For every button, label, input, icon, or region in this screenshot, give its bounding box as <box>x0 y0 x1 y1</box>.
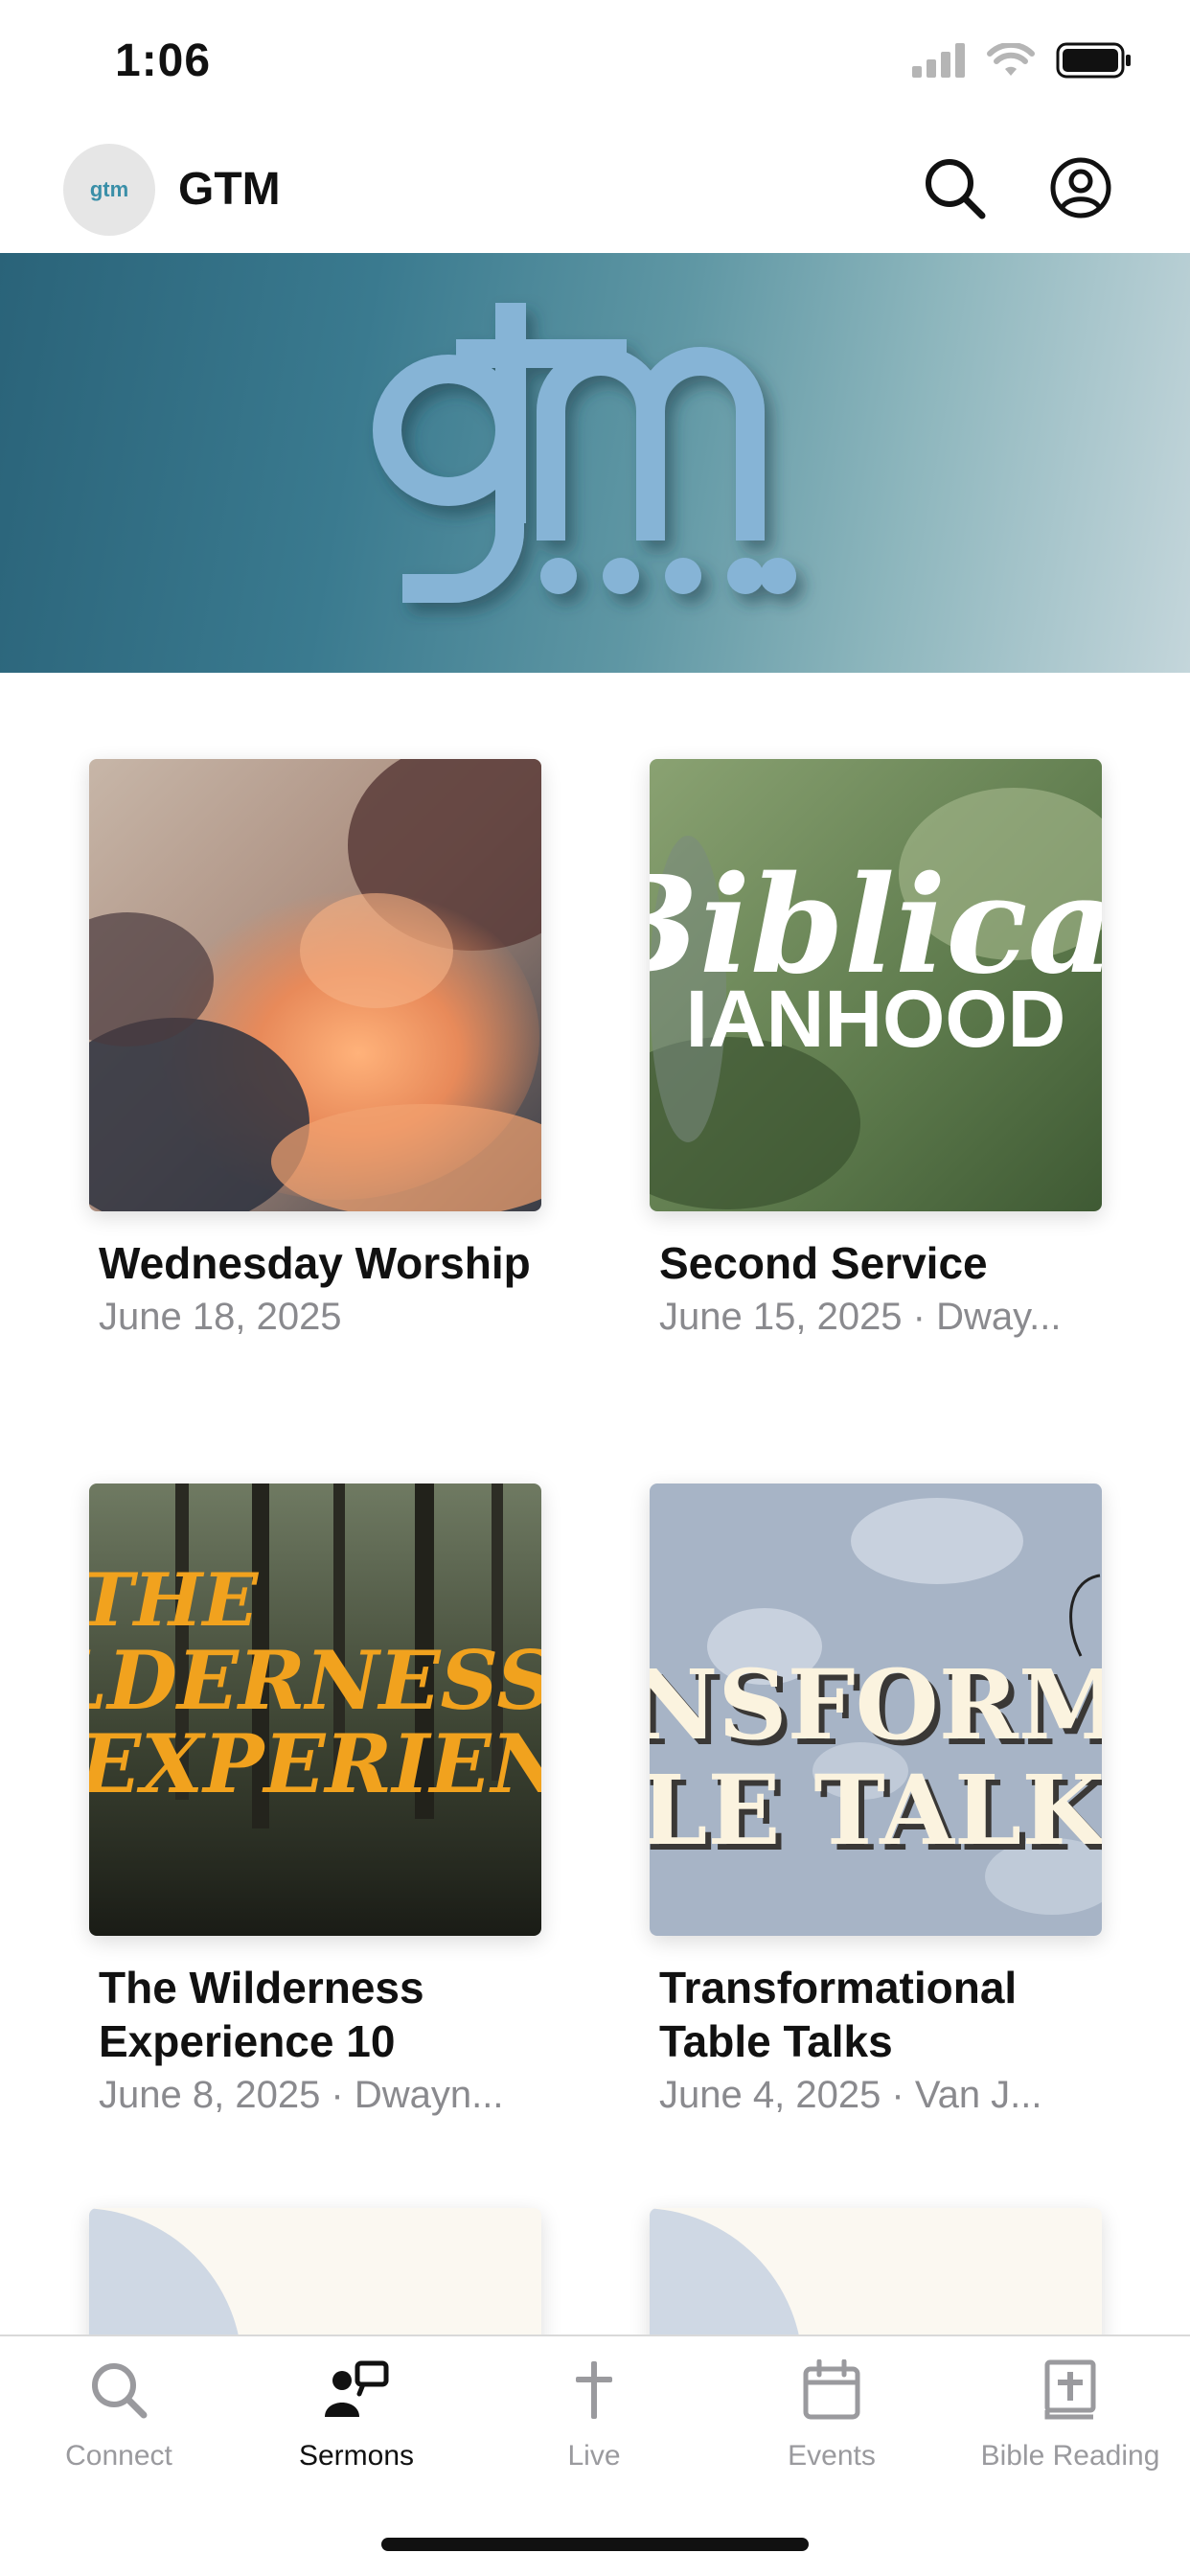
calendar-icon <box>713 2354 950 2426</box>
sermon-thumbnail[interactable]: THE LDERNESS EXPERIEN <box>89 1484 541 1936</box>
tab-events[interactable]: Events <box>713 2354 950 2497</box>
sermons-icon <box>238 2354 475 2426</box>
tab-label: Events <box>788 2440 876 2472</box>
sermon-thumbnail[interactable]: NSFORMATION NSFORMATION LE TALKS LE TALK… <box>650 1484 1102 1936</box>
forest-image: THE LDERNESS EXPERIEN <box>89 1484 541 1936</box>
tab-label: Sermons <box>298 2440 415 2472</box>
hero-banner <box>0 253 1190 673</box>
sermon-title: Second Service <box>659 1238 988 1288</box>
search-icon <box>0 2354 238 2426</box>
hero-logo-icon <box>373 303 796 603</box>
art-text-line1: NSFORMATION <box>650 1648 1102 1761</box>
tab-live[interactable]: Live <box>475 2354 713 2497</box>
status-icons <box>912 41 1133 83</box>
sunset-clouds-image <box>89 759 541 1211</box>
bible-icon <box>950 2354 1190 2426</box>
art-text-line3: EXPERIEN <box>89 1716 541 1811</box>
biblical-manhood-image: Biblical IANHOOD <box>650 759 1102 1211</box>
sermon-card-wilderness-experience[interactable]: THE LDERNESS EXPERIEN The Wilderness Exp… <box>89 1484 541 2120</box>
art-text-line1: THE <box>89 1557 259 1643</box>
tab-sermons[interactable]: Sermons <box>238 2354 475 2497</box>
tab-bible-reading[interactable]: Bible Reading <box>950 2354 1190 2497</box>
profile-button[interactable] <box>1042 151 1119 228</box>
sermon-meta: June 8, 2025 · Dwayn... <box>99 2074 504 2116</box>
search-button[interactable] <box>916 151 993 228</box>
search-icon <box>923 156 986 224</box>
sermon-title: Wednesday Worship <box>99 1238 531 1288</box>
art-text-line2: LDERNESS <box>89 1633 541 1728</box>
status-bar: 1:06 <box>0 0 1190 134</box>
tab-label: Bible Reading <box>980 2440 1160 2472</box>
sermon-card-second-service[interactable]: Biblical IANHOOD Second Service June 15,… <box>650 759 1102 1342</box>
sermon-title: The Wilderness Experience 10 <box>99 1963 424 2066</box>
tab-label: Connect <box>65 2440 172 2472</box>
battery-icon <box>1056 42 1133 83</box>
status-time: 1:06 <box>115 35 212 86</box>
tab-label: Live <box>567 2440 621 2472</box>
sermon-meta: June 18, 2025 <box>99 1296 342 1338</box>
sermon-thumbnail[interactable] <box>89 759 541 1211</box>
art-text-line2: LE TALKS <box>650 1754 1102 1867</box>
sermon-meta: June 15, 2025 · Dway... <box>659 1296 1062 1338</box>
app-title: GTM <box>178 164 281 215</box>
cellular-signal-icon <box>912 43 966 82</box>
sermon-title: Transformational Table Talks <box>659 1963 1018 2066</box>
church-avatar[interactable]: gtm <box>63 144 155 236</box>
tab-connect[interactable]: Connect <box>0 2354 238 2497</box>
table-talks-image: NSFORMATION NSFORMATION LE TALKS LE TALK… <box>650 1484 1102 1936</box>
sermon-meta: June 4, 2025 · Van J... <box>659 2074 1042 2116</box>
cross-icon <box>475 2354 713 2426</box>
sermon-card-wednesday-worship[interactable]: Wednesday Worship June 18, 2025 <box>89 759 541 1342</box>
sermon-thumbnail[interactable]: Biblical IANHOOD <box>650 759 1102 1211</box>
art-text-line2: IANHOOD <box>686 974 1066 1064</box>
home-indicator[interactable] <box>381 2538 809 2551</box>
app-header: gtm GTM <box>0 134 1190 253</box>
sermons-screen: 1:06 gtm GTM Wednesday Worship June 18, … <box>0 0 1190 2576</box>
sermon-card-transformational-table-talks[interactable]: NSFORMATION NSFORMATION LE TALKS LE TALK… <box>650 1484 1102 2120</box>
profile-icon <box>1049 156 1112 224</box>
wifi-icon <box>987 41 1035 82</box>
avatar-logo-text: gtm <box>89 177 129 201</box>
